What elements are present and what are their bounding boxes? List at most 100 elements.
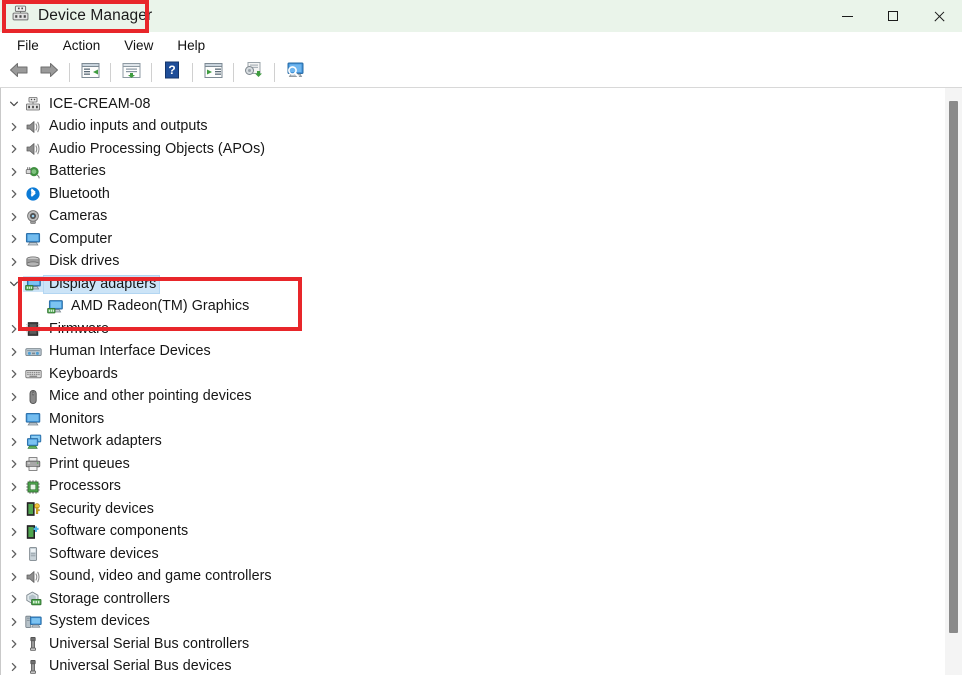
chevron-right-icon[interactable]: [5, 234, 23, 244]
tree-label: Audio Processing Objects (APOs): [49, 140, 266, 157]
help-button[interactable]: ?: [157, 60, 187, 86]
chevron-down-icon[interactable]: [5, 99, 23, 109]
maximize-button[interactable]: [870, 0, 916, 32]
scan-hardware-icon: [204, 62, 223, 84]
tree-label: Mice and other pointing devices: [49, 388, 252, 405]
tree-row-processors[interactable]: Processors: [1, 476, 944, 499]
tree-row-audio-inputs-and-outputs[interactable]: Audio inputs and outputs: [1, 116, 944, 139]
tree-row-network-adapters[interactable]: Network adapters: [1, 431, 944, 454]
storage-controller-icon: [23, 591, 43, 607]
tree-label: Storage controllers: [49, 590, 170, 607]
scan-hardware-button[interactable]: [198, 60, 228, 86]
chevron-right-icon[interactable]: [5, 527, 23, 537]
chevron-down-icon[interactable]: [5, 279, 23, 289]
tree-row-system-devices[interactable]: System devices: [1, 611, 944, 634]
toolbar-separator: [233, 63, 234, 82]
chevron-right-icon[interactable]: [5, 482, 23, 492]
menu-item-file[interactable]: File: [6, 35, 50, 56]
chevron-right-icon[interactable]: [5, 144, 23, 154]
svg-text:?: ?: [168, 63, 175, 77]
tree-label: Processors: [49, 478, 122, 495]
tree-row-computer[interactable]: Computer: [1, 228, 944, 251]
hid-icon: [23, 344, 43, 360]
tree-row-audio-processing-objects-apos[interactable]: Audio Processing Objects (APOs): [1, 138, 944, 161]
vertical-scrollbar[interactable]: [945, 88, 962, 675]
tree-row-universal-serial-bus-devices[interactable]: Universal Serial Bus devices: [1, 656, 944, 675]
tree-row-cameras[interactable]: Cameras: [1, 206, 944, 229]
device-manager-window: Device Manager File Action View Help ? I…: [0, 0, 962, 675]
chevron-right-icon[interactable]: [5, 639, 23, 649]
device-manager-icon: [12, 5, 29, 27]
tree-rows: Audio inputs and outputs Audio Processin…: [1, 116, 944, 675]
tree-row-universal-serial-bus-controllers[interactable]: Universal Serial Bus controllers: [1, 633, 944, 656]
chevron-right-icon[interactable]: [5, 167, 23, 177]
show-hidden-devices-button[interactable]: [280, 60, 310, 86]
chevron-right-icon[interactable]: [5, 212, 23, 222]
chevron-right-icon[interactable]: [5, 594, 23, 604]
tree-row-display-adapters[interactable]: Display adapters: [1, 273, 944, 296]
properties-icon: [81, 62, 100, 84]
tree-label: Software components: [49, 523, 189, 540]
menu-item-view[interactable]: View: [113, 35, 164, 56]
tree-row-mice-and-other-pointing-devices[interactable]: Mice and other pointing devices: [1, 386, 944, 409]
back-button[interactable]: [4, 60, 34, 86]
tree-row-bluetooth[interactable]: Bluetooth: [1, 183, 944, 206]
close-button[interactable]: [916, 0, 962, 32]
tree-label: Bluetooth: [49, 185, 110, 202]
tree-row-human-interface-devices[interactable]: Human Interface Devices: [1, 341, 944, 364]
chevron-right-icon[interactable]: [5, 662, 23, 672]
forward-button[interactable]: [34, 60, 64, 86]
tree-row-root[interactable]: ICE-CREAM-08: [1, 93, 944, 116]
uninstall-device-button[interactable]: [239, 60, 269, 86]
tree-row-keyboards[interactable]: Keyboards: [1, 363, 944, 386]
tree-panel: ICE-CREAM-08 Audio inputs and outputs Au…: [0, 88, 962, 675]
bluetooth-icon: [23, 186, 43, 202]
tree-label: Security devices: [49, 500, 154, 517]
tree-label: Keyboards: [49, 365, 118, 382]
tree-row-sound-video-and-game-controllers[interactable]: Sound, video and game controllers: [1, 566, 944, 589]
system-device-icon: [23, 614, 43, 630]
speaker-icon: [23, 119, 43, 135]
update-driver-button[interactable]: [116, 60, 146, 86]
tree-row-storage-controllers[interactable]: Storage controllers: [1, 588, 944, 611]
window-controls: [824, 0, 962, 32]
properties-button[interactable]: [75, 60, 105, 86]
menu-item-help[interactable]: Help: [166, 35, 216, 56]
title-bar: Device Manager: [0, 0, 962, 32]
scrollbar-thumb[interactable]: [949, 101, 958, 633]
tree-row-software-components[interactable]: Software components: [1, 521, 944, 544]
tree-row-monitors[interactable]: Monitors: [1, 408, 944, 431]
chevron-right-icon[interactable]: [5, 189, 23, 199]
chevron-right-icon[interactable]: [5, 392, 23, 402]
tree-row-disk-drives[interactable]: Disk drives: [1, 251, 944, 274]
tree-label: Disk drives: [49, 253, 120, 270]
chevron-right-icon[interactable]: [5, 324, 23, 334]
chevron-right-icon[interactable]: [5, 369, 23, 379]
chevron-right-icon[interactable]: [5, 122, 23, 132]
chevron-right-icon[interactable]: [5, 347, 23, 357]
chevron-right-icon[interactable]: [5, 437, 23, 447]
monitor-icon: [23, 411, 43, 427]
display-adapter-icon: [23, 276, 43, 293]
maximize-icon: [888, 11, 898, 21]
device-tree[interactable]: ICE-CREAM-08 Audio inputs and outputs Au…: [1, 93, 944, 675]
chevron-right-icon[interactable]: [5, 459, 23, 469]
tree-row-batteries[interactable]: Batteries: [1, 161, 944, 184]
menu-item-action[interactable]: Action: [52, 35, 112, 56]
chevron-right-icon[interactable]: [5, 549, 23, 559]
window-title: Device Manager: [38, 7, 153, 24]
minimize-button[interactable]: [824, 0, 870, 32]
toolbar-separator: [274, 63, 275, 82]
tree-row-amd-radeon-tm-graphics[interactable]: AMD Radeon(TM) Graphics: [1, 296, 944, 319]
chevron-right-icon[interactable]: [5, 257, 23, 267]
chevron-right-icon[interactable]: [5, 504, 23, 514]
chevron-right-icon[interactable]: [5, 617, 23, 627]
chevron-right-icon[interactable]: [5, 572, 23, 582]
tree-label: AMD Radeon(TM) Graphics: [71, 298, 250, 315]
toolbar-separator: [69, 63, 70, 82]
tree-row-print-queues[interactable]: Print queues: [1, 453, 944, 476]
tree-row-firmware[interactable]: Firmware: [1, 318, 944, 341]
chevron-right-icon[interactable]: [5, 414, 23, 424]
tree-row-security-devices[interactable]: Security devices: [1, 498, 944, 521]
tree-row-software-devices[interactable]: Software devices: [1, 543, 944, 566]
